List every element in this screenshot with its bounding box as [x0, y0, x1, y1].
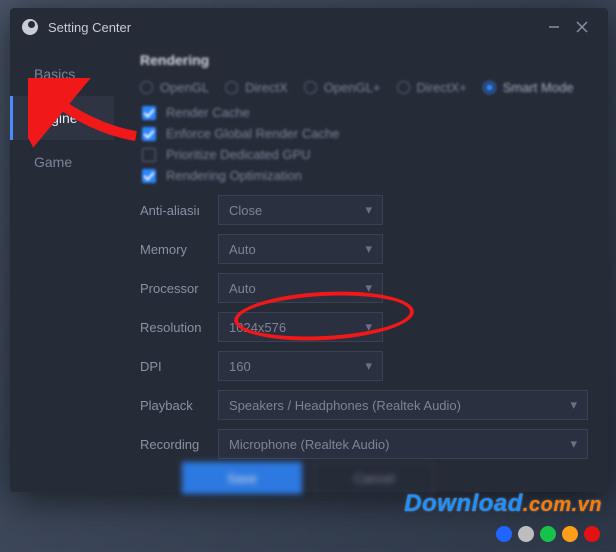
- section-title-rendering: Rendering: [140, 52, 588, 68]
- radio-opengl-plus[interactable]: OpenGL+: [304, 80, 381, 95]
- select-value: Auto: [229, 281, 256, 296]
- field-label: Recording: [140, 437, 218, 452]
- content-pane: Rendering OpenGL DirectX OpenGL+ DirectX…: [114, 46, 608, 492]
- radio-smart-mode[interactable]: Smart Mode: [483, 80, 574, 95]
- select-value: Close: [229, 203, 262, 218]
- radio-directx-plus[interactable]: DirectX+: [397, 80, 467, 95]
- field-playback: Playback Speakers / Headphones (Realtek …: [140, 390, 588, 420]
- chevron-down-icon: ▾: [365, 358, 372, 374]
- app-logo-icon: [22, 19, 38, 35]
- radio-label: Smart Mode: [503, 80, 574, 95]
- checkbox-icon: [142, 127, 156, 141]
- field-label: DPI: [140, 359, 218, 374]
- radio-dot-icon: [140, 81, 153, 94]
- check-enforce-global-render-cache[interactable]: Enforce Global Render Cache: [142, 126, 588, 141]
- field-label: Anti-aliasiı: [140, 203, 218, 218]
- radio-label: OpenGL: [160, 80, 209, 95]
- watermark-main: Download: [404, 490, 523, 517]
- field-recording: Recording Microphone (Realtek Audio) ▾: [140, 429, 588, 459]
- window-title: Setting Center: [48, 20, 131, 35]
- field-anti-aliasing: Anti-aliasiı Close ▾: [140, 195, 588, 225]
- select-memory[interactable]: Auto ▾: [218, 234, 383, 264]
- radio-label: DirectX+: [417, 80, 467, 95]
- select-value: 160: [229, 359, 251, 374]
- field-dpi: DPI 160 ▾: [140, 351, 588, 381]
- checkbox-icon: [142, 148, 156, 162]
- select-recording[interactable]: Microphone (Realtek Audio) ▾: [218, 429, 588, 459]
- titlebar: Setting Center: [10, 8, 608, 46]
- chevron-down-icon: ▾: [570, 436, 577, 452]
- chevron-down-icon: ▾: [365, 280, 372, 296]
- check-label: Prioritize Dedicated GPU: [166, 147, 311, 162]
- select-anti-aliasing[interactable]: Close ▾: [218, 195, 383, 225]
- radio-label: DirectX: [245, 80, 288, 95]
- check-render-cache[interactable]: Render Cache: [142, 105, 588, 120]
- sidebar-item-game[interactable]: Game: [10, 140, 114, 184]
- check-label: Rendering Optimization: [166, 168, 302, 183]
- color-dots: [496, 526, 600, 542]
- watermark-suffix: .com.vn: [523, 494, 602, 516]
- field-label: Processor: [140, 281, 218, 296]
- watermark: Download.com.vn: [404, 490, 602, 518]
- checkbox-icon: [142, 106, 156, 120]
- select-value: Auto: [229, 242, 256, 257]
- select-value: Speakers / Headphones (Realtek Audio): [229, 398, 461, 413]
- dot-icon: [562, 526, 578, 542]
- select-dpi[interactable]: 160 ▾: [218, 351, 383, 381]
- radio-label: OpenGL+: [324, 80, 381, 95]
- radio-dot-icon: [225, 81, 238, 94]
- checkbox-icon: [142, 169, 156, 183]
- field-resolution: Resolution 1024x576 ▾: [140, 312, 588, 342]
- check-label: Render Cache: [166, 105, 250, 120]
- chevron-down-icon: ▾: [365, 241, 372, 257]
- field-label: Playback: [140, 398, 218, 413]
- sidebar-item-label: Game: [34, 154, 72, 170]
- dot-icon: [518, 526, 534, 542]
- close-button[interactable]: [568, 13, 596, 41]
- chevron-down-icon: ▾: [365, 202, 372, 218]
- radio-opengl[interactable]: OpenGL: [140, 80, 209, 95]
- select-playback[interactable]: Speakers / Headphones (Realtek Audio) ▾: [218, 390, 588, 420]
- select-value: Microphone (Realtek Audio): [229, 437, 389, 452]
- sidebar-item-basics[interactable]: Basics: [10, 52, 114, 96]
- field-label: Resolution: [140, 320, 218, 335]
- radio-directx[interactable]: DirectX: [225, 80, 288, 95]
- chevron-down-icon: ▾: [570, 397, 577, 413]
- radio-dot-icon: [304, 81, 317, 94]
- check-rendering-optimization[interactable]: Rendering Optimization: [142, 168, 588, 183]
- field-label: Memory: [140, 242, 218, 257]
- check-prioritize-dedicated-gpu[interactable]: Prioritize Dedicated GPU: [142, 147, 588, 162]
- field-memory: Memory Auto ▾: [140, 234, 588, 264]
- field-processor: Processor Auto ▾: [140, 273, 588, 303]
- button-label: Cancel: [354, 471, 394, 486]
- select-resolution[interactable]: 1024x576 ▾: [218, 312, 383, 342]
- render-engine-radio-group: OpenGL DirectX OpenGL+ DirectX+ Smart Mo…: [140, 80, 588, 95]
- sidebar: Basics Engine Game: [10, 46, 114, 492]
- radio-dot-icon: [397, 81, 410, 94]
- render-options-group: Render Cache Enforce Global Render Cache…: [142, 105, 588, 183]
- settings-modal: Setting Center Basics Engine Game Render…: [10, 8, 608, 492]
- select-value: 1024x576: [229, 320, 286, 335]
- select-processor[interactable]: Auto ▾: [218, 273, 383, 303]
- chevron-down-icon: ▾: [365, 319, 372, 335]
- dot-icon: [540, 526, 556, 542]
- radio-dot-icon: [483, 81, 496, 94]
- dot-icon: [496, 526, 512, 542]
- dot-icon: [584, 526, 600, 542]
- check-label: Enforce Global Render Cache: [166, 126, 339, 141]
- sidebar-item-label: Basics: [34, 66, 75, 82]
- minimize-button[interactable]: [540, 13, 568, 41]
- sidebar-item-label: Engine: [34, 110, 78, 126]
- sidebar-item-engine[interactable]: Engine: [10, 96, 114, 140]
- button-label: Save: [227, 471, 257, 486]
- save-button[interactable]: Save: [182, 462, 302, 494]
